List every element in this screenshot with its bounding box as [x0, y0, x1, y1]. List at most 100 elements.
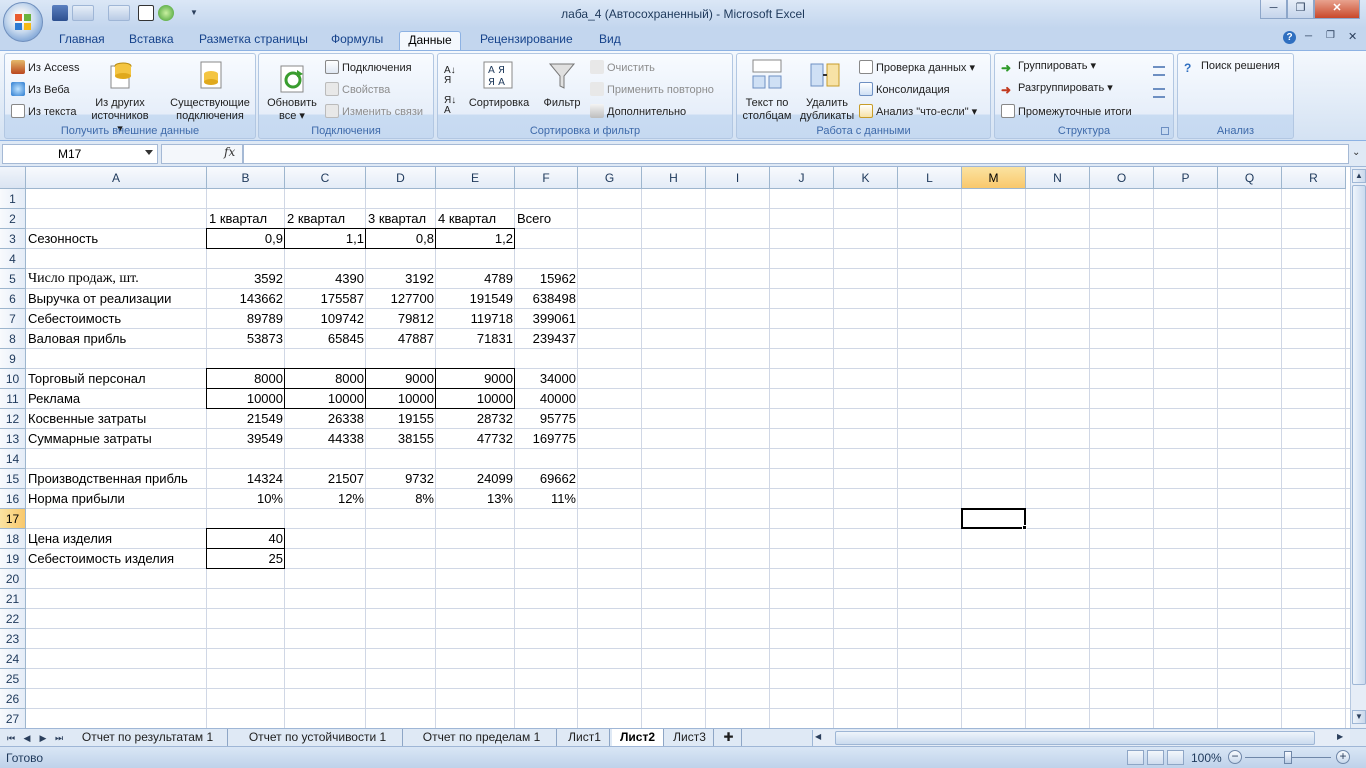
row-header-20[interactable]: 20: [0, 569, 26, 589]
column-header-r[interactable]: R: [1282, 167, 1346, 189]
cell-c16[interactable]: 12%: [285, 489, 366, 509]
scroll-right-icon[interactable]: ▶: [1337, 732, 1343, 741]
ungroup-button[interactable]: ➜ Разгруппировать ▾: [1001, 82, 1113, 97]
cell-a8[interactable]: Валовая прибль: [26, 329, 207, 349]
page-break-view-icon[interactable]: [1167, 750, 1184, 765]
cell-f15[interactable]: 69662: [515, 469, 578, 489]
name-box[interactable]: M17: [2, 144, 158, 164]
cell-e16[interactable]: 13%: [436, 489, 515, 509]
cell-d8[interactable]: 47887: [366, 329, 436, 349]
cell-b18[interactable]: 40: [207, 529, 285, 549]
cell-f12[interactable]: 95775: [515, 409, 578, 429]
cell-a16[interactable]: Норма прибыли: [26, 489, 207, 509]
row-header-9[interactable]: 9: [0, 349, 26, 369]
cell-f5[interactable]: 15962: [515, 269, 578, 289]
reapply-button[interactable]: Применить повторно: [590, 82, 714, 97]
cell-b5[interactable]: 3592: [207, 269, 285, 289]
row-header-24[interactable]: 24: [0, 649, 26, 669]
row-header-22[interactable]: 22: [0, 609, 26, 629]
cell-f6[interactable]: 638498: [515, 289, 578, 309]
office-button[interactable]: [3, 2, 43, 42]
vertical-scrollbar[interactable]: ▲ ▼: [1350, 167, 1366, 728]
sheet-tab[interactable]: Лист1: [560, 729, 610, 746]
cell-c3[interactable]: 1,1: [285, 229, 366, 249]
row-header-7[interactable]: 7: [0, 309, 26, 329]
from-text-button[interactable]: Из текста: [11, 104, 77, 119]
row-header-2[interactable]: 2: [0, 209, 26, 229]
cell-c6[interactable]: 175587: [285, 289, 366, 309]
cell-e7[interactable]: 119718: [436, 309, 515, 329]
cell-c12[interactable]: 26338: [285, 409, 366, 429]
sheet-tab-active[interactable]: Лист2: [612, 729, 664, 746]
cell-b8[interactable]: 53873: [207, 329, 285, 349]
name-box-dropdown-icon[interactable]: [145, 150, 153, 155]
consolidate-button[interactable]: Консолидация: [859, 82, 950, 97]
cell-b12[interactable]: 21549: [207, 409, 285, 429]
select-all-corner[interactable]: [0, 167, 26, 189]
cell-b11[interactable]: 10000: [207, 389, 285, 409]
cell-d3[interactable]: 0,8: [366, 229, 436, 249]
cell-a10[interactable]: Торговый персонал: [26, 369, 207, 389]
edit-links-button[interactable]: Изменить связи: [325, 104, 423, 119]
cell-a5[interactable]: Число продаж, шт.: [26, 269, 207, 289]
solver-button[interactable]: ? Поиск решения: [1184, 60, 1280, 75]
remove-duplicates-button[interactable]: Удалить дубликаты: [797, 97, 857, 123]
cell-c7[interactable]: 109742: [285, 309, 366, 329]
cell-d16[interactable]: 8%: [366, 489, 436, 509]
cell-c11[interactable]: 10000: [285, 389, 366, 409]
zoom-out-icon[interactable]: −: [1228, 750, 1242, 764]
row-header-12[interactable]: 12: [0, 409, 26, 429]
refresh-all-button[interactable]: Обновить все ▾: [261, 97, 323, 123]
cell-a11[interactable]: Реклама: [26, 389, 207, 409]
cell-e13[interactable]: 47732: [436, 429, 515, 449]
zoom-in-icon[interactable]: +: [1336, 750, 1350, 764]
workbook-close-icon[interactable]: ✕: [1348, 30, 1357, 43]
row-header-27[interactable]: 27: [0, 709, 26, 728]
cell-e15[interactable]: 24099: [436, 469, 515, 489]
row-header-4[interactable]: 4: [0, 249, 26, 269]
cell-b13[interactable]: 39549: [207, 429, 285, 449]
scroll-up-icon[interactable]: ▲: [1352, 169, 1366, 183]
cell-f10[interactable]: 34000: [515, 369, 578, 389]
column-header-e[interactable]: E: [436, 167, 515, 189]
last-sheet-icon[interactable]: ⏭: [52, 731, 66, 745]
column-header-k[interactable]: K: [834, 167, 898, 189]
show-detail-icon[interactable]: [1153, 66, 1165, 76]
row-header-18[interactable]: 18: [0, 529, 26, 549]
from-web-button[interactable]: Из Веба: [11, 82, 70, 97]
cell-c13[interactable]: 44338: [285, 429, 366, 449]
sheet-tab[interactable]: Отчет по результатам 1: [68, 729, 228, 746]
help-icon[interactable]: ?: [1283, 31, 1296, 44]
cell-f13[interactable]: 169775: [515, 429, 578, 449]
column-header-q[interactable]: Q: [1218, 167, 1282, 189]
sort-button[interactable]: Сортировка: [464, 97, 534, 110]
column-header-j[interactable]: J: [770, 167, 834, 189]
column-header-l[interactable]: L: [898, 167, 962, 189]
cell-e6[interactable]: 191549: [436, 289, 515, 309]
column-header-b[interactable]: B: [207, 167, 285, 189]
cell-d6[interactable]: 127700: [366, 289, 436, 309]
row-header-11[interactable]: 11: [0, 389, 26, 409]
column-header-f[interactable]: F: [515, 167, 578, 189]
insert-sheet-icon[interactable]: ✚: [716, 729, 742, 746]
prev-sheet-icon[interactable]: ◀: [20, 731, 34, 745]
row-header-15[interactable]: 15: [0, 469, 26, 489]
cell-d12[interactable]: 19155: [366, 409, 436, 429]
zoom-level[interactable]: 100%: [1191, 751, 1222, 765]
column-header-c[interactable]: C: [285, 167, 366, 189]
formula-input[interactable]: [243, 144, 1349, 164]
cell-e2[interactable]: 4 квартал: [436, 209, 515, 229]
connections-button[interactable]: Подключения: [325, 60, 412, 75]
row-header-10[interactable]: 10: [0, 369, 26, 389]
sheet-tab[interactable]: Лист3: [666, 729, 714, 746]
cell-f11[interactable]: 40000: [515, 389, 578, 409]
row-header-6[interactable]: 6: [0, 289, 26, 309]
column-header-d[interactable]: D: [366, 167, 436, 189]
cell-a3[interactable]: Сезонность: [26, 229, 207, 249]
cell-a12[interactable]: Косвенные затраты: [26, 409, 207, 429]
from-access-button[interactable]: Из Access: [11, 60, 79, 75]
row-header-26[interactable]: 26: [0, 689, 26, 709]
data-validation-button[interactable]: Проверка данных ▾: [859, 60, 975, 75]
cell-d2[interactable]: 3 квартал: [366, 209, 436, 229]
cell-a7[interactable]: Себестоимость: [26, 309, 207, 329]
